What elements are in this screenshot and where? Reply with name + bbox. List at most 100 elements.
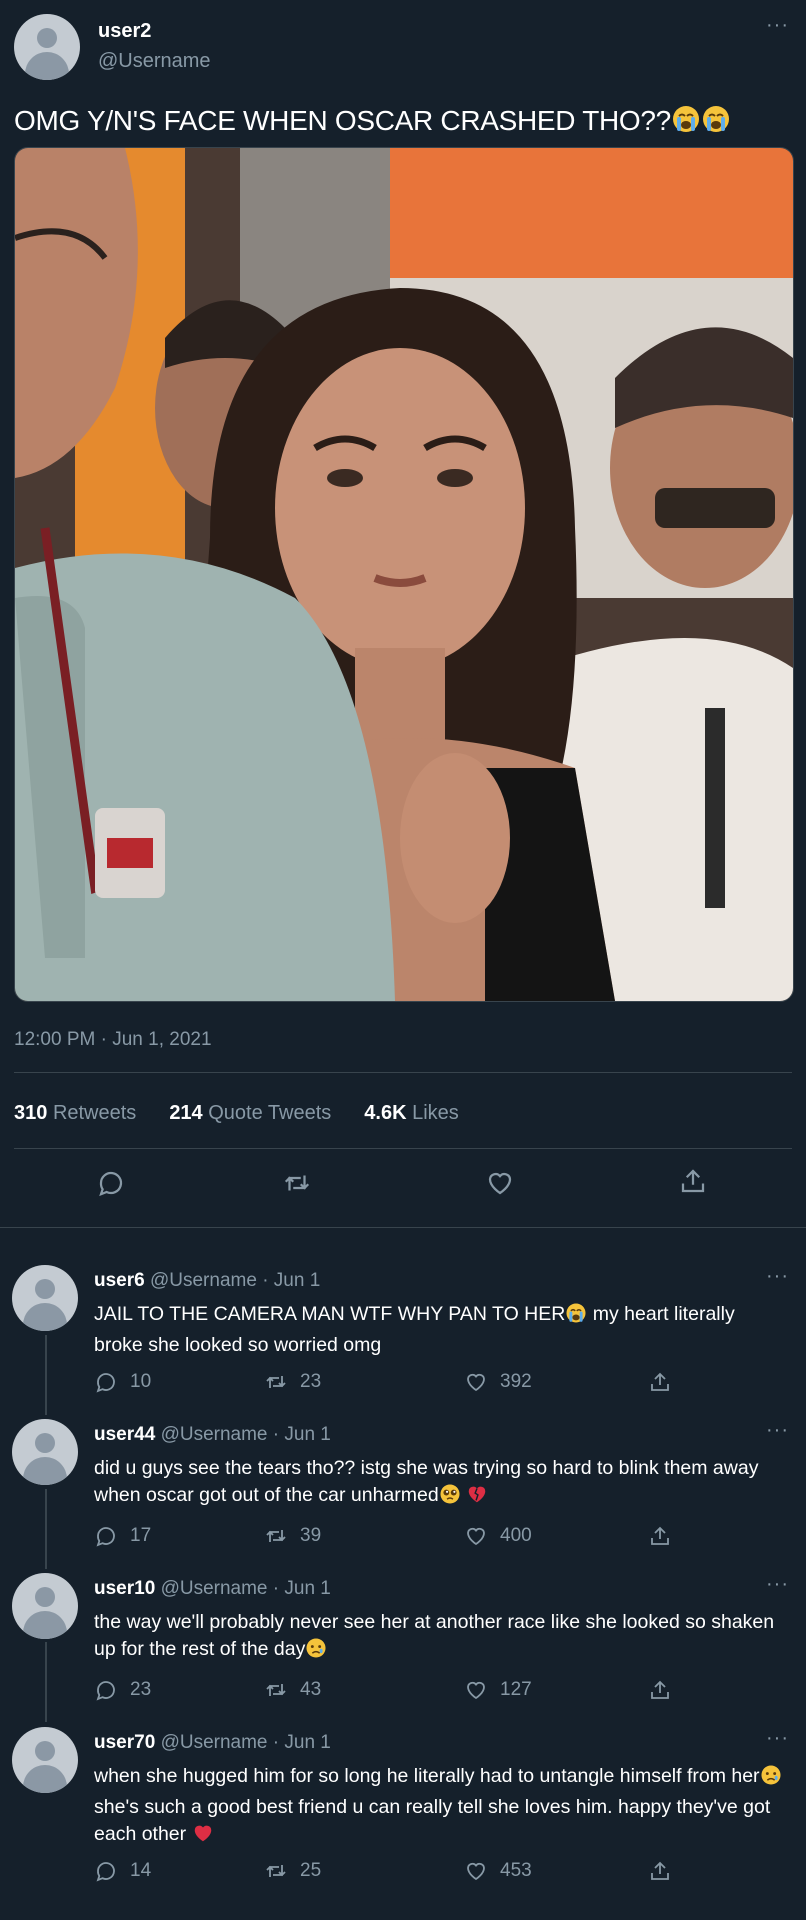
thread-line — [45, 1335, 47, 1415]
retweet-icon — [266, 1684, 286, 1696]
retweet-icon — [266, 1865, 286, 1877]
reply-actions: 17 39 400 — [94, 1524, 694, 1554]
share-button[interactable] — [648, 1524, 672, 1548]
thread-line — [45, 1642, 47, 1722]
like-button[interactable]: 400 — [464, 1524, 532, 1548]
crying-face-emoji — [760, 1764, 782, 1794]
broken-heart-emoji — [466, 1483, 488, 1513]
reply-display-name[interactable]: user70 — [94, 1732, 155, 1753]
section-divider — [0, 1227, 806, 1228]
retweet-icon — [266, 1530, 286, 1542]
reply-count: 14 — [130, 1860, 152, 1881]
retweet-button[interactable]: 43 — [264, 1678, 321, 1702]
reply-icon — [96, 1527, 115, 1547]
crying-face-emoji — [305, 1637, 327, 1667]
loudly-crying-emoji — [671, 104, 701, 141]
divider — [14, 1072, 792, 1073]
reply-text: when she hugged him for so long he liter… — [94, 1763, 784, 1852]
reply-meta[interactable]: @Username · Jun 1 — [161, 1424, 331, 1445]
reply-text: the way we'll probably never see her at … — [94, 1609, 784, 1667]
reply-button[interactable]: 14 — [94, 1859, 151, 1883]
like-icon — [467, 1373, 485, 1392]
reply-button[interactable]: 10 — [94, 1370, 151, 1394]
retweet-count: 43 — [300, 1679, 322, 1700]
avatar[interactable] — [12, 1727, 78, 1793]
avatar[interactable] — [12, 1419, 78, 1485]
more-options-icon[interactable]: ··· — [766, 1265, 789, 1288]
reply-count: 23 — [130, 1679, 152, 1700]
like-icon — [467, 1681, 485, 1700]
loudly-crying-emoji — [565, 1302, 587, 1332]
retweet-icon — [266, 1376, 286, 1388]
reply-actions: 10 23 392 — [94, 1370, 694, 1400]
display-name[interactable]: user2 — [98, 20, 151, 43]
reply-display-name[interactable]: user10 — [94, 1578, 155, 1599]
reply-display-name[interactable]: user6 — [94, 1270, 145, 1291]
reply-display-name[interactable]: user44 — [94, 1424, 155, 1445]
pleading-face-emoji — [439, 1483, 461, 1513]
avatar[interactable] — [12, 1265, 78, 1331]
like-icon[interactable] — [485, 1168, 515, 1203]
divider — [14, 1148, 792, 1149]
retweet-button[interactable]: 25 — [264, 1859, 321, 1883]
like-icon — [467, 1527, 485, 1546]
quotes-count: 214 — [169, 1102, 203, 1124]
share-button[interactable] — [648, 1859, 672, 1883]
like-button[interactable]: 127 — [464, 1678, 532, 1702]
reply-meta[interactable]: @Username · Jun 1 — [161, 1578, 331, 1599]
reply-text: JAIL TO THE CAMERA MAN WTF WHY PAN TO HE… — [94, 1302, 735, 1356]
reply-meta[interactable]: @Username · Jun 1 — [150, 1270, 320, 1291]
retweet-count: 23 — [300, 1371, 322, 1392]
reply-icon — [96, 1862, 115, 1882]
handle[interactable]: @Username — [98, 50, 211, 73]
share-icon — [651, 1861, 669, 1880]
more-options-icon[interactable]: ··· — [766, 1727, 789, 1750]
quote-tweets-stat[interactable]: 214 Quote Tweets — [169, 1102, 331, 1125]
more-options-icon[interactable]: ··· — [766, 14, 789, 37]
retweet-button[interactable]: 39 — [264, 1524, 321, 1548]
reply-header: user10 @Username · Jun 1 — [94, 1578, 331, 1600]
reply-meta[interactable]: @Username · Jun 1 — [161, 1732, 331, 1753]
like-count: 453 — [500, 1860, 532, 1881]
loudly-crying-emoji — [701, 104, 731, 141]
reply-button[interactable]: 23 — [94, 1678, 151, 1702]
likes-count: 4.6K — [364, 1102, 407, 1124]
retweets-label: Retweets — [52, 1102, 137, 1124]
reply-icon[interactable] — [96, 1168, 126, 1203]
engagement-stats: 310 Retweets 214 Quote Tweets 4.6K Likes — [14, 1102, 459, 1125]
thread-line — [45, 1489, 47, 1569]
share-icon — [651, 1680, 669, 1699]
like-button[interactable]: 392 — [464, 1370, 532, 1394]
like-icon — [467, 1862, 485, 1881]
likes-stat[interactable]: 4.6K Likes — [364, 1102, 459, 1125]
avatar[interactable] — [12, 1573, 78, 1639]
reply-header: user6 @Username · Jun 1 — [94, 1270, 320, 1292]
likes-label: Likes — [412, 1102, 459, 1124]
reply-header: user44 @Username · Jun 1 — [94, 1424, 331, 1446]
reply-button[interactable]: 17 — [94, 1524, 151, 1548]
like-count: 127 — [500, 1679, 532, 1700]
reply-count: 17 — [130, 1525, 152, 1546]
avatar[interactable] — [14, 14, 80, 80]
retweet-count: 25 — [300, 1860, 322, 1881]
more-options-icon[interactable]: ··· — [766, 1573, 789, 1596]
more-options-icon[interactable]: ··· — [766, 1419, 789, 1442]
share-button[interactable] — [648, 1370, 672, 1394]
reply-header: user70 @Username · Jun 1 — [94, 1732, 331, 1754]
retweets-count: 310 — [14, 1102, 48, 1124]
retweet-button[interactable]: 23 — [264, 1370, 321, 1394]
timestamp[interactable]: 12:00 PM · Jun 1, 2021 — [14, 1029, 212, 1051]
tweet-photo[interactable] — [14, 147, 794, 1002]
tweet-text: OMG Y/N'S FACE WHEN OSCAR CRASHED THO?? — [14, 104, 731, 141]
reply-actions: 23 43 127 — [94, 1678, 694, 1708]
quotes-label: Quote Tweets — [208, 1102, 332, 1124]
retweet-icon[interactable] — [282, 1168, 312, 1203]
reply-icon — [96, 1681, 115, 1701]
like-button[interactable]: 453 — [464, 1859, 532, 1883]
reply-text: did u guys see the tears tho?? istg she … — [94, 1455, 784, 1513]
retweets-stat[interactable]: 310 Retweets — [14, 1102, 136, 1125]
like-count: 400 — [500, 1525, 532, 1546]
share-icon[interactable] — [678, 1166, 708, 1201]
share-button[interactable] — [648, 1678, 672, 1702]
share-icon — [651, 1372, 669, 1391]
